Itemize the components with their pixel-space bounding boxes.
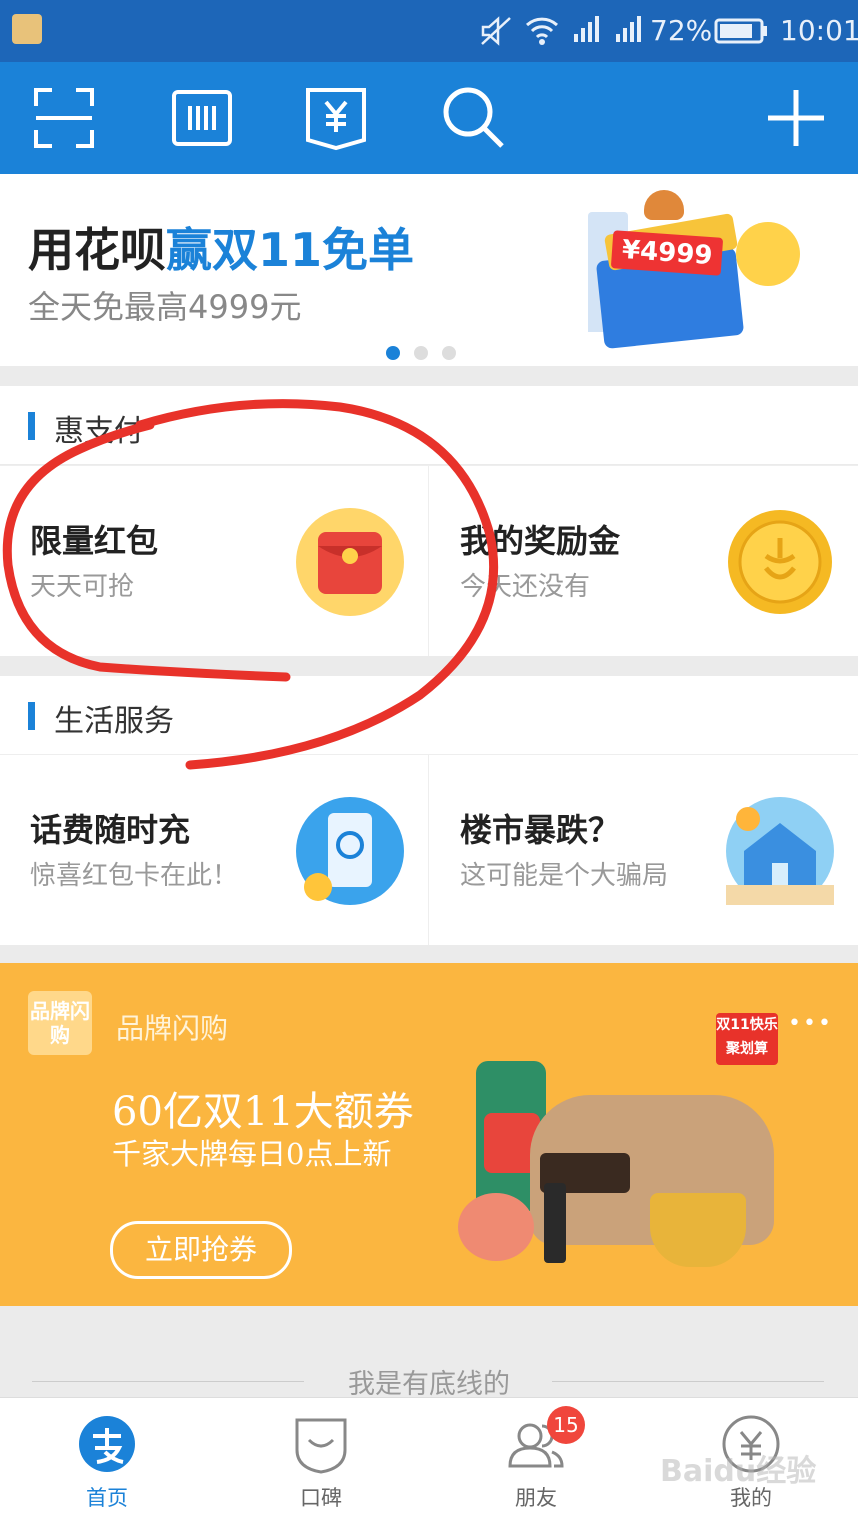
house-icon [726,797,834,905]
nav-label: 首页 [86,1486,128,1510]
nav-item-friends[interactable]: 15 朋友 [429,1398,643,1526]
grab-coupon-button[interactable]: 立即抢券 [110,1221,292,1279]
card-title: 话费随时充 [30,811,191,849]
card-subtitle: 这可能是个大骗局 [460,861,669,891]
wifi-icon [525,17,559,45]
brand-flash-sale-banner[interactable]: 品牌闪购 品牌闪购 60亿双11大额券 千家大牌每日0点上新 立即抢券 双11快… [0,963,858,1306]
koubei-icon [295,1418,347,1474]
promo-subline: 千家大牌每日0点上新 [112,1137,392,1171]
search-icon[interactable] [440,84,508,152]
clock: 10:01 [780,14,858,47]
baidu-watermark: Baidu经验 [660,1454,817,1489]
product-illustration [440,1043,800,1283]
alipay-home-icon [79,1416,135,1472]
nav-item-koubei[interactable]: 口碑 [214,1398,428,1526]
signal-icon-1 [574,16,599,42]
card-subtitle: 惊喜红包卡在此！ [30,861,239,891]
top-toolbar [0,62,858,174]
nav-item-home[interactable]: 首页 [0,1398,214,1526]
lipstick-shape [544,1183,566,1263]
duck-shape [736,222,800,286]
banner-illustration: ¥4999 [560,184,840,354]
carousel-dot-2[interactable] [414,346,428,360]
card-title: 楼市暴跌？ [460,811,621,849]
grapefruit-shape [458,1193,534,1261]
nav-label: 口碑 [300,1486,342,1510]
brand-badge: 品牌闪购 [28,991,92,1055]
add-icon[interactable] [762,84,830,152]
payment-code-icon[interactable] [302,84,370,152]
mute-icon [481,16,511,46]
status-bar: 72% 10:01 [0,0,858,62]
carousel-dot-1[interactable] [386,346,400,360]
scan-icon[interactable] [30,84,98,152]
more-options-icon[interactable]: ••• [788,1011,833,1036]
signal-icon-2 [616,16,641,42]
battery-percent: 72% [650,14,713,47]
barcode-icon[interactable] [168,84,236,152]
unread-badge: 15 [547,1406,585,1444]
burger-shape [644,190,684,220]
banner-subtitle: 全天免最高4999元 [28,288,302,326]
banner-title: 用花呗赢双11免单 [28,223,415,277]
phone-recharge-icon [296,797,404,905]
annotation-circle [2,399,499,770]
carousel-dot-3[interactable] [442,346,456,360]
promo-headline: 60亿双11大额券 [112,1089,414,1135]
battery-icon [714,18,767,44]
end-of-list-text: 我是有底线的 [348,1369,510,1400]
app-notification-icon [12,14,42,44]
promo-carousel[interactable]: 用花呗赢双11免单 全天免最高4999元 ¥4999 [0,174,858,366]
gold-coin-icon [728,510,832,614]
rice-bowl-shape [650,1193,746,1267]
nav-label: 朋友 [515,1486,557,1510]
promo-label: 品牌闪购 [116,1012,229,1045]
price-tag: ¥4999 [610,230,724,276]
